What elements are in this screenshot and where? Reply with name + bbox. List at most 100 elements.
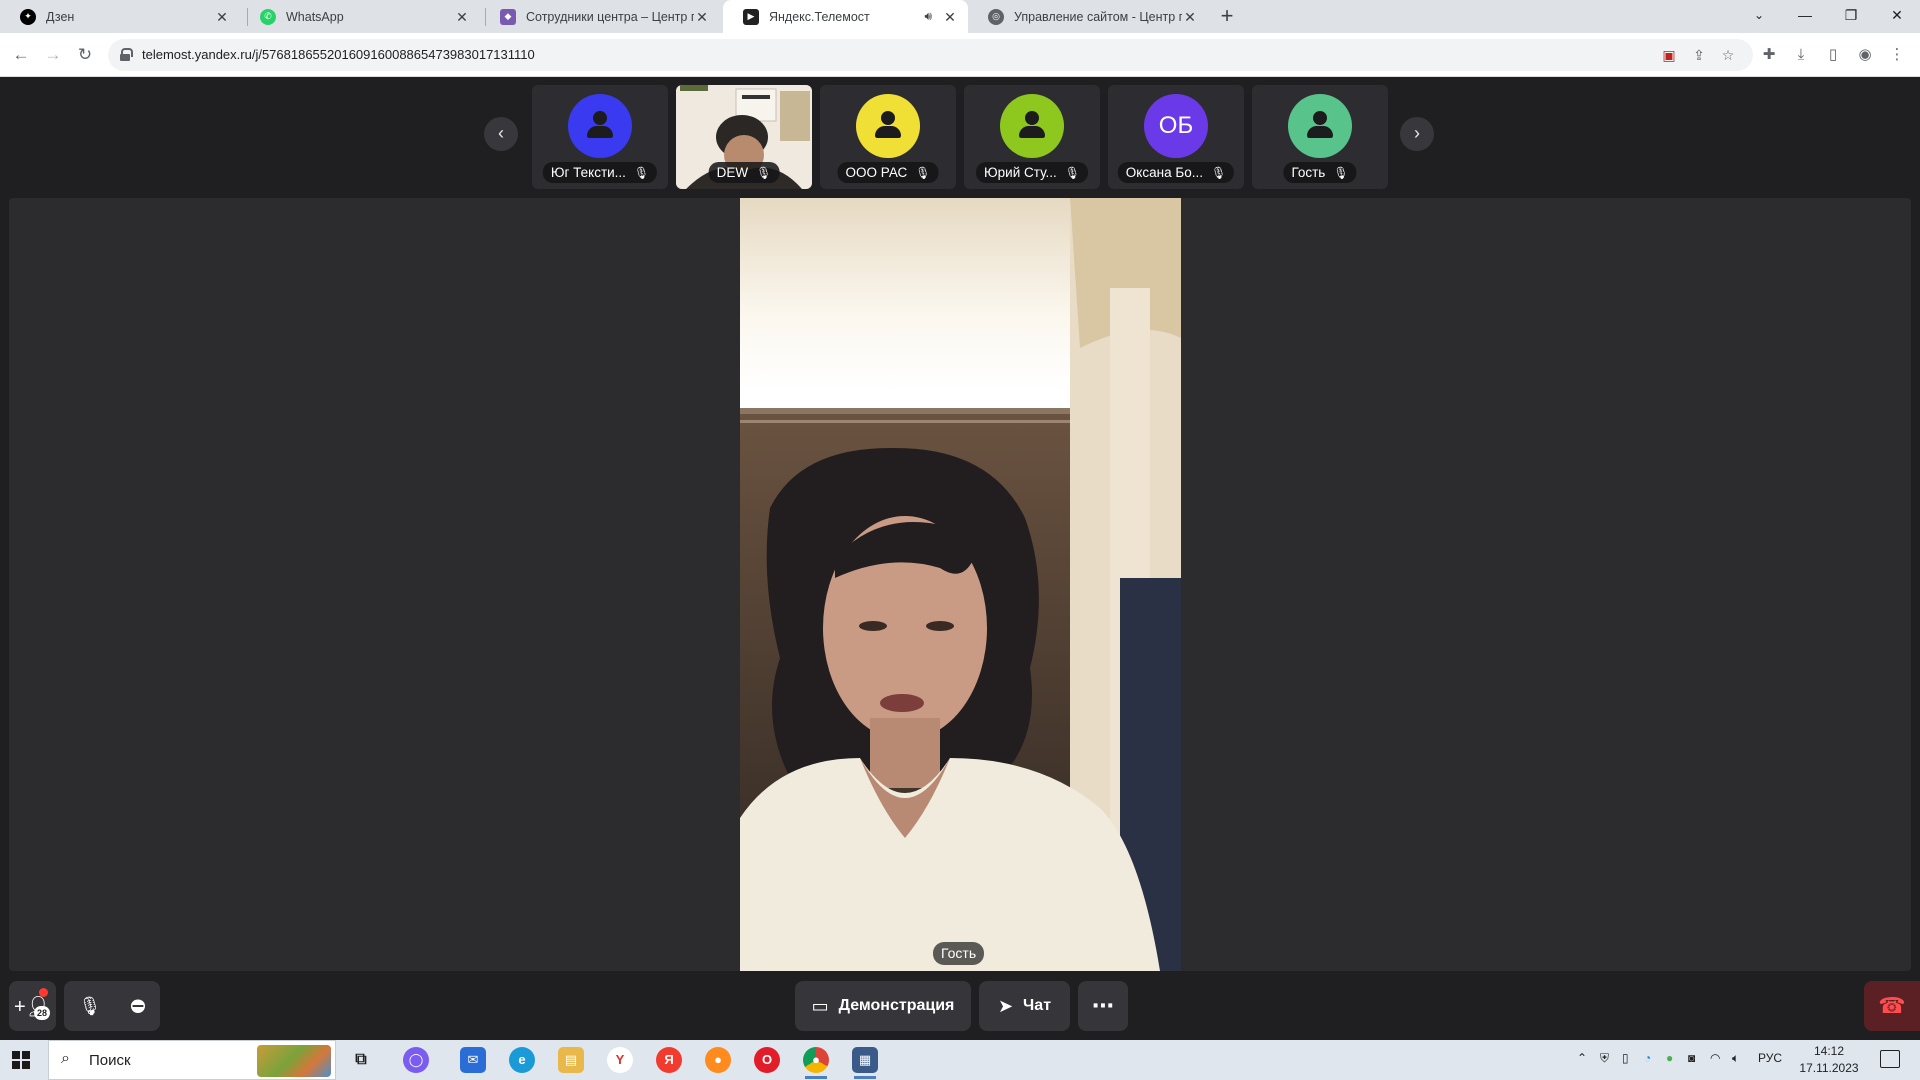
more-dots-icon: ⋯ (1092, 993, 1114, 1018)
back-arrow-icon[interactable]: ← (7, 41, 35, 69)
file-explorer-icon[interactable]: ▤ (558, 1047, 584, 1073)
avatar (1000, 94, 1064, 158)
participant-tile-1[interactable]: DEW 🎙︎ (676, 85, 812, 189)
tab-title: Управление сайтом - Центр по (1014, 9, 1182, 24)
telemost-icon: ▶ (743, 8, 759, 25)
mic-off-icon: 🎙︎ (756, 165, 772, 180)
participant-tile-4[interactable]: ОБ Оксана Бо... 🎙︎ (1108, 85, 1244, 189)
wifi-icon[interactable]: ◠ (1710, 1051, 1720, 1065)
strip-next-button[interactable]: › (1400, 117, 1434, 151)
search-highlight-image (257, 1045, 331, 1077)
security-shield-icon[interactable]: ⛨ (1600, 1051, 1609, 1066)
participant-tile-0[interactable]: Юг Тексти... 🎙︎ (532, 85, 668, 189)
search-icon: ⌕ (61, 1050, 70, 1067)
strip-prev-button[interactable]: ‹ (484, 117, 518, 151)
dzen-icon: ✦ (20, 8, 36, 25)
task-view-icon[interactable]: ⧉ (348, 1047, 374, 1073)
sync-icon[interactable]: ● (1666, 1051, 1673, 1065)
address-bar[interactable]: telemost.yandex.ru/j/5768186552016091600… (108, 39, 1753, 71)
notification-dot (39, 988, 48, 997)
side-panel-icon[interactable]: ▯ (1822, 44, 1844, 66)
chat-button[interactable]: ➤ Чат (979, 981, 1070, 1031)
close-icon[interactable]: ✕ (1182, 9, 1198, 25)
restore-button[interactable]: ❐ (1828, 0, 1874, 33)
speaker-icon[interactable]: 🔊︎ (924, 9, 932, 24)
menu-kebab-icon[interactable]: ⋮ (1886, 44, 1908, 66)
close-window-button[interactable]: ✕ (1874, 0, 1920, 33)
mic-off-icon: 🎙︎ (1333, 165, 1349, 180)
participant-name: Оксана Бо... (1125, 165, 1203, 180)
new-tab-button[interactable]: + (1214, 4, 1240, 30)
close-icon[interactable]: ✕ (214, 9, 230, 25)
tab-site-admin[interactable]: ◎ Управление сайтом - Центр по ✕ (968, 0, 1208, 33)
url-text[interactable]: telemost.yandex.ru/j/5768186552016091600… (142, 47, 535, 62)
participant-name: DEW (716, 165, 749, 180)
end-call-button[interactable]: ☎︎ (1864, 981, 1920, 1031)
close-icon[interactable]: ✕ (942, 9, 958, 25)
system-clock[interactable]: 14:12 17.11.2023 (1798, 1043, 1860, 1077)
speaker-video-frame (740, 198, 1181, 971)
tab-telemost[interactable]: ▶ Яндекс.Телемост 🔊︎ ✕ (723, 0, 968, 33)
participant-tile-2[interactable]: ООО РАС 🎙︎ (820, 85, 956, 189)
participant-tile-3[interactable]: Юрий Сту... 🎙︎ (964, 85, 1100, 189)
chevron-right-icon: › (1414, 123, 1420, 143)
add-participant-button[interactable]: +👤︎ 28 (9, 981, 56, 1031)
chevron-left-icon: ‹ (498, 123, 504, 143)
webcam-icon[interactable]: ◙ (1688, 1051, 1695, 1065)
bookmark-star-icon[interactable]: ☆ (1718, 45, 1738, 65)
opera-icon[interactable]: O (754, 1047, 780, 1073)
notification-center-icon[interactable] (1880, 1050, 1900, 1068)
mic-off-icon: 🎙︎ (1064, 165, 1080, 180)
app-tray-icon[interactable]: ◔ (1644, 1051, 1651, 1065)
extensions-icon[interactable]: ✚ (1758, 44, 1780, 66)
show-hidden-icons-chevron-icon[interactable]: ⌃ (1577, 1051, 1587, 1065)
download-icon[interactable]: ⤓ (1790, 44, 1812, 66)
browser-toolbar: ← → ↻ telemost.yandex.ru/j/5768186552016… (0, 33, 1920, 77)
mail-icon[interactable]: ✉ (460, 1047, 486, 1073)
minimize-button[interactable]: — (1782, 0, 1828, 33)
yandex-browser-icon[interactable]: Y (607, 1047, 633, 1073)
participants-count-badge: 28 (34, 1006, 50, 1020)
site-logo-icon: ◆ (500, 8, 516, 25)
share-icon[interactable]: ⇪ (1689, 45, 1709, 65)
chrome-icon[interactable]: ● (803, 1047, 829, 1079)
firefox-icon[interactable]: ● (705, 1047, 731, 1073)
tab-dzen[interactable]: ✦ Дзен ✕ (0, 0, 240, 33)
search-placeholder: Поиск (89, 1052, 131, 1069)
reload-icon[interactable]: ↻ (71, 41, 99, 69)
send-icon: ➤ (997, 995, 1014, 1016)
volume-icon[interactable]: 🔈︎ (1732, 1051, 1739, 1066)
mic-off-icon: 🎙︎ (633, 165, 650, 180)
tab-title: Яндекс.Телемост (769, 9, 870, 24)
edge-browser-icon[interactable]: e (509, 1047, 535, 1073)
usb-device-icon[interactable]: ▯ (1622, 1051, 1629, 1065)
screen-share-button[interactable]: ▭ Демонстрация (795, 981, 971, 1031)
avatar: ОБ (1144, 94, 1208, 158)
hang-up-icon: ☎︎ (1878, 993, 1906, 1018)
taskbar-search[interactable]: ⌕ Поиск (48, 1040, 336, 1080)
camera-blocked-icon[interactable]: ▣ (1659, 45, 1679, 65)
clock-date: 17.11.2023 (1799, 1061, 1859, 1075)
windows-start-icon[interactable] (12, 1051, 30, 1069)
more-options-button[interactable]: ⋯ (1078, 981, 1128, 1031)
tab-whatsapp[interactable]: ✆ WhatsApp ✕ (240, 0, 480, 33)
tab-search-chevron-icon[interactable]: ⌄ (1736, 0, 1782, 33)
clock-time: 14:12 (1813, 1044, 1845, 1058)
remote-app-icon[interactable]: ▦ (852, 1047, 878, 1079)
avatar (568, 94, 632, 158)
lock-icon[interactable] (120, 48, 133, 61)
profile-icon[interactable]: ◉ (1854, 44, 1876, 66)
participant-tile-5[interactable]: Гость 🎙︎ (1252, 85, 1388, 189)
forward-arrow-icon[interactable]: → (39, 41, 67, 69)
camera-off-icon[interactable]: ⛔︎ (130, 996, 145, 1017)
close-icon[interactable]: ✕ (694, 9, 710, 25)
alice-assistant-icon[interactable]: ◯ (403, 1047, 429, 1073)
participant-name: Юрий Сту... (984, 165, 1057, 180)
yandex-icon[interactable]: Я (656, 1047, 682, 1073)
tab-staff[interactable]: ◆ Сотрудники центра – Центр по ✕ (480, 0, 720, 33)
whatsapp-icon: ✆ (260, 8, 276, 25)
close-icon[interactable]: ✕ (454, 9, 470, 25)
screen-share-label: Демонстрация (838, 997, 955, 1014)
mic-off-icon[interactable]: 🎙︎ (78, 996, 101, 1017)
language-indicator[interactable]: РУС (1758, 1051, 1782, 1065)
